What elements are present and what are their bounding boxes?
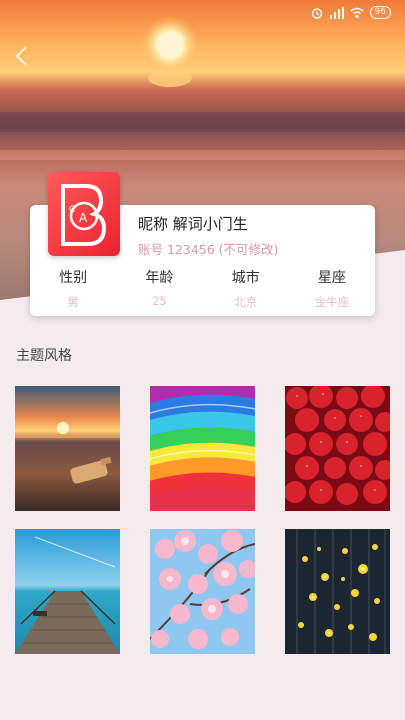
logo-letter: C [69,205,75,215]
theme-tile-cherry-blossom[interactable] [150,529,255,654]
stat-age[interactable]: 年龄 25 [116,265,202,310]
stat-label: 性别 [59,270,88,286]
theme-tile-strawberries[interactable] [285,386,390,511]
battery-indicator: 96 [369,6,391,19]
stat-gender[interactable]: 性别 男 [30,265,116,310]
theme-section-title: 主题风格 [16,348,72,364]
alarm-icon [310,7,324,19]
signal-icon [329,6,344,19]
theme-tile-rainbow[interactable] [150,386,255,511]
profile-stats: 性别 男 年龄 25 城市 北京 星座 金牛座 [30,265,375,310]
logo-letter: A [79,211,88,225]
back-button[interactable] [12,44,32,68]
theme-tile-pier[interactable] [15,529,120,654]
theme-tile-sunset-beach[interactable] [15,386,120,511]
status-bar: 96 [310,6,391,19]
stat-city[interactable]: 城市 北京 [203,265,289,310]
theme-tile-bokeh-lights[interactable] [285,529,390,654]
chevron-left-icon [15,46,27,66]
nickname[interactable]: 昵称 解词小门生 [138,213,248,234]
stat-value: 金牛座 [314,295,350,309]
stat-zodiac[interactable]: 星座 金牛座 [289,265,375,310]
stat-label: 星座 [317,270,346,286]
app-logo-avatar[interactable]: A C [48,172,120,256]
stat-value: 北京 [234,295,258,309]
stat-label: 年龄 [145,270,174,286]
stat-value: 25 [152,294,167,308]
logo-icon: A C [61,184,107,246]
stat-value: 男 [67,295,79,309]
wifi-icon [350,7,364,19]
stat-label: 城市 [231,270,260,286]
account-id: 账号 123456 (不可修改) [138,242,279,257]
